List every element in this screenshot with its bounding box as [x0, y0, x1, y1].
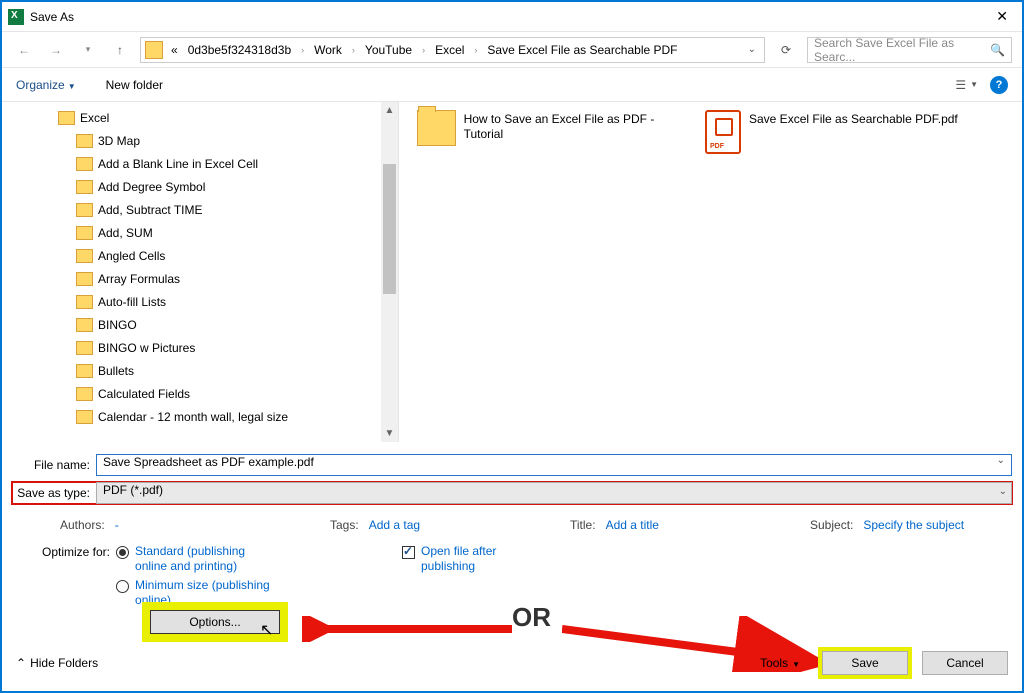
nav-forward-icon[interactable]: → [44, 38, 68, 62]
nav-back-icon[interactable]: ← [12, 38, 36, 62]
tree-folder[interactable]: 3D Map [58, 129, 398, 152]
tree-folder[interactable]: Add, Subtract TIME [58, 198, 398, 221]
breadcrumb-item[interactable]: Work [310, 41, 346, 59]
savetype-dropdown[interactable]: PDF (*.pdf)⌄ [96, 482, 1012, 504]
folder-tree[interactable]: Excel 3D Map Add a Blank Line in Excel C… [2, 102, 399, 442]
cancel-button[interactable]: Cancel [922, 651, 1008, 675]
optimize-standard-radio[interactable] [116, 546, 129, 559]
breadcrumb[interactable]: « 0d3be5f324318d3b› Work› YouTube› Excel… [140, 37, 765, 63]
tree-scrollbar[interactable]: ▲ ▼ [381, 102, 398, 442]
tree-folder[interactable]: Array Formulas [58, 267, 398, 290]
close-icon[interactable]: ✕ [988, 4, 1016, 29]
nav-up-icon[interactable]: ↑ [108, 38, 132, 62]
file-item-pdf[interactable]: Save Excel File as Searchable PDF.pdf [705, 110, 965, 154]
breadcrumb-item[interactable]: Save Excel File as Searchable PDF [483, 41, 681, 59]
tree-folder[interactable]: Calculated Fields [58, 382, 398, 405]
chevron-down-icon[interactable]: ⌄ [744, 42, 760, 57]
save-highlight: Save [818, 647, 912, 679]
savetype-label: Save as type: [12, 486, 96, 500]
subject-field[interactable]: Specify the subject [863, 518, 964, 532]
scroll-up-icon[interactable]: ▲ [381, 102, 398, 119]
tree-folder[interactable]: Angled Cells [58, 244, 398, 267]
tree-folder[interactable]: BINGO [58, 313, 398, 336]
folder-item[interactable]: How to Save an Excel File as PDF - Tutor… [417, 110, 677, 146]
open-after-label[interactable]: Open file after publishing [421, 544, 521, 608]
tools-menu[interactable]: Tools▼ [760, 656, 800, 670]
breadcrumb-item[interactable]: YouTube [361, 41, 416, 59]
tree-folder[interactable]: Excel [58, 106, 398, 129]
tree-folder[interactable]: BINGO w Pictures [58, 336, 398, 359]
authors-label: Authors: [60, 518, 105, 532]
annotation-arrow-left [302, 616, 512, 642]
authors-field[interactable]: - [115, 518, 119, 532]
excel-app-icon [8, 9, 24, 25]
tree-folder[interactable]: Add, SUM [58, 221, 398, 244]
tree-folder[interactable]: Calendar - 12 month wall, legal size [58, 405, 398, 428]
search-input[interactable]: Search Save Excel File as Searc... 🔍 [807, 37, 1012, 63]
tree-folder[interactable]: Bullets [58, 359, 398, 382]
filename-input[interactable]: Save Spreadsheet as PDF example.pdf⌄ [96, 454, 1012, 476]
tree-folder[interactable]: Auto-fill Lists [58, 290, 398, 313]
file-list[interactable]: How to Save an Excel File as PDF - Tutor… [399, 102, 1022, 442]
hide-folders-button[interactable]: ⌃Hide Folders [16, 656, 98, 670]
search-icon: 🔍 [990, 43, 1005, 57]
save-button[interactable]: Save [822, 651, 908, 675]
pdf-icon [705, 110, 741, 154]
filename-label: File name: [12, 458, 96, 472]
new-folder-button[interactable]: New folder [106, 78, 163, 92]
tags-label: Tags: [330, 518, 359, 532]
folder-icon [145, 41, 163, 59]
breadcrumb-item[interactable]: Excel [431, 41, 468, 59]
tree-folder[interactable]: Add a Blank Line in Excel Cell [58, 152, 398, 175]
view-mode-button[interactable]: ☰▼ [955, 78, 978, 92]
subject-label: Subject: [810, 518, 853, 532]
open-after-checkbox[interactable] [402, 546, 415, 559]
optimize-label: Optimize for: [42, 544, 110, 608]
recent-dropdown-icon[interactable]: ▾ [76, 38, 100, 62]
options-button[interactable]: Options... [150, 610, 280, 634]
scroll-thumb[interactable] [383, 164, 396, 294]
optimize-minimum-radio[interactable] [116, 580, 129, 593]
folder-icon [417, 110, 456, 146]
tags-field[interactable]: Add a tag [369, 518, 420, 532]
title-label: Title: [570, 518, 596, 532]
help-icon[interactable]: ? [990, 76, 1008, 94]
chevron-up-icon: ⌃ [16, 656, 26, 670]
tree-folder[interactable]: Add Degree Symbol [58, 175, 398, 198]
optimize-standard-label[interactable]: Standard (publishing online and printing… [135, 544, 275, 574]
organize-menu[interactable]: Organize▼ [16, 78, 76, 92]
scroll-down-icon[interactable]: ▼ [381, 425, 398, 442]
options-highlight: Options... [142, 602, 288, 642]
title-field[interactable]: Add a title [606, 518, 659, 532]
breadcrumb-item[interactable]: 0d3be5f324318d3b [184, 41, 295, 59]
dialog-title: Save As [30, 10, 74, 24]
refresh-icon[interactable]: ⟳ [773, 37, 799, 63]
